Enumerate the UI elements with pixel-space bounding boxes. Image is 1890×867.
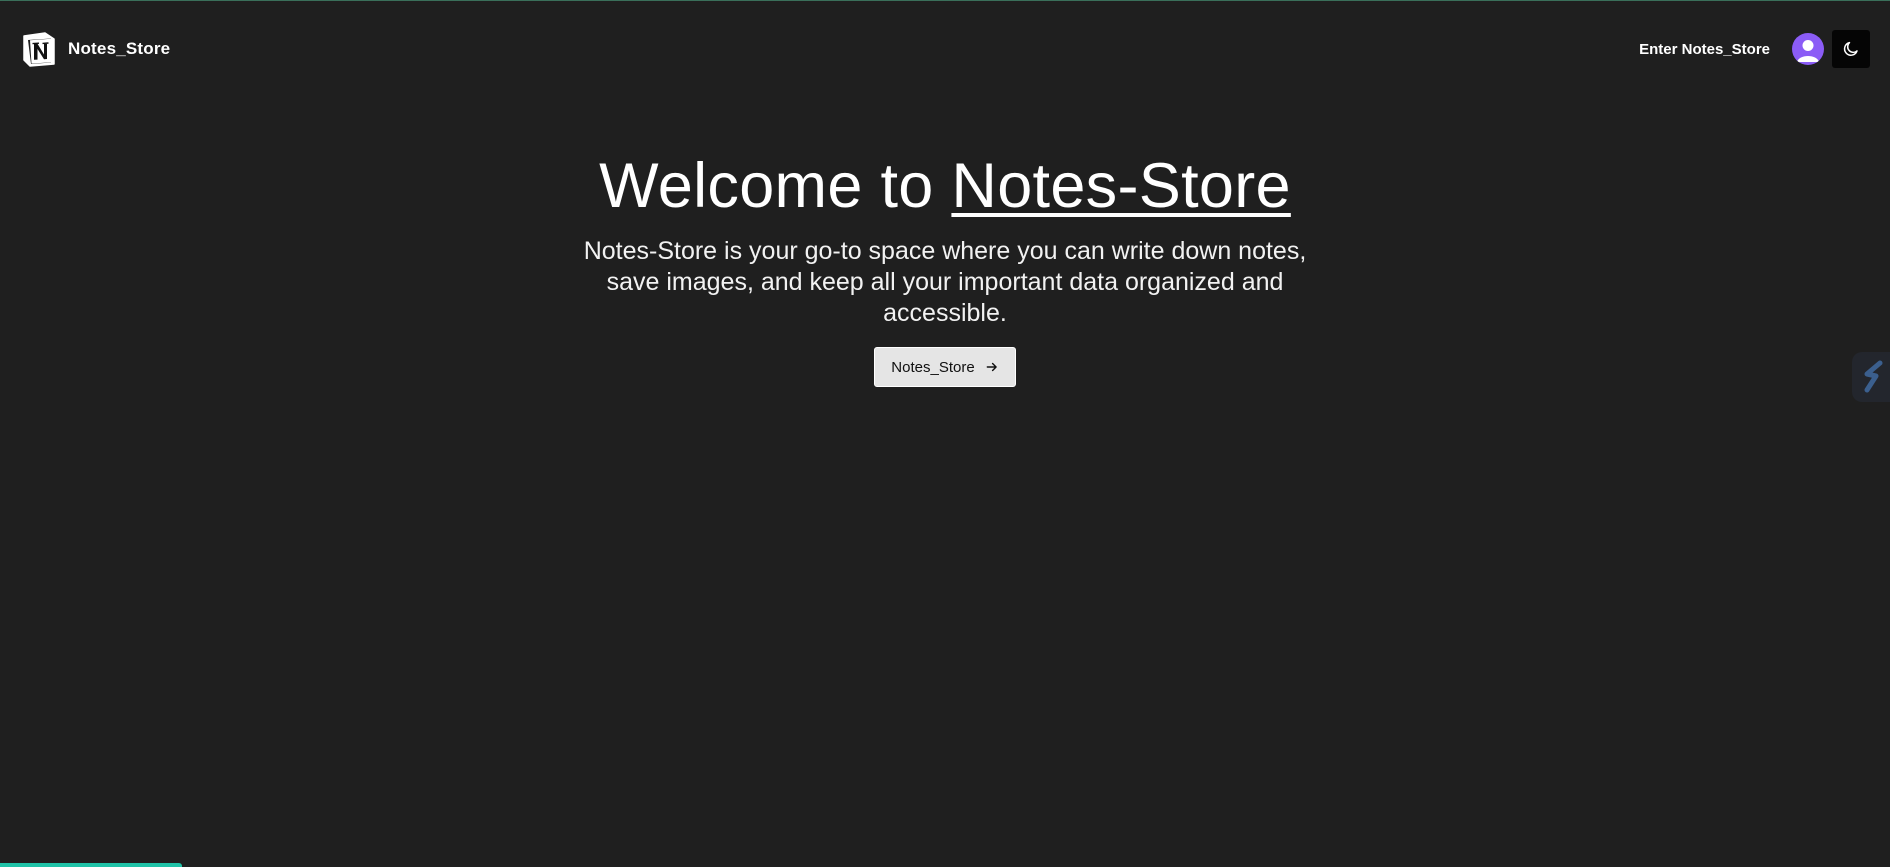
enter-notes-store-link[interactable]: Enter Notes_Store (1639, 41, 1770, 58)
hero-section: Welcome to Notes-Store Notes-Store is yo… (0, 150, 1890, 388)
brand-name: Notes_Store (68, 39, 171, 58)
title-highlight: Notes-Store (951, 151, 1291, 221)
page-title: Welcome to Notes-Store (599, 150, 1291, 222)
notion-logo-icon (23, 32, 55, 67)
brand-link[interactable]: Notes_Store (20, 30, 170, 68)
title-prefix: Welcome to (599, 151, 952, 221)
side-extension-widget[interactable] (1852, 352, 1890, 402)
navbar-actions: Enter Notes_Store (1639, 30, 1870, 68)
navbar: Notes_Store Enter Notes_Store (0, 1, 1890, 97)
user-avatar-icon (1797, 40, 1819, 62)
theme-toggle-button[interactable] (1832, 30, 1870, 68)
arrow-right-icon (986, 363, 997, 372)
notes-store-button[interactable]: Notes_Store (874, 347, 1016, 388)
moon-icon (1843, 41, 1858, 56)
cta-label: Notes_Store (891, 358, 975, 376)
extension-s-icon (1864, 360, 1883, 393)
hero-description: Notes-Store is your go-to space where yo… (583, 237, 1307, 328)
loading-progress-bar (0, 863, 182, 867)
user-avatar[interactable] (1792, 33, 1824, 65)
